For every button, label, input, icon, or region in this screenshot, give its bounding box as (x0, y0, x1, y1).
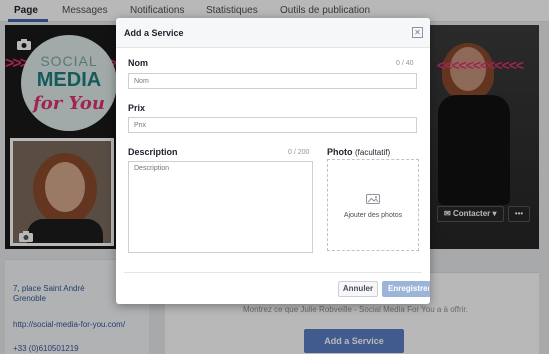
add-photo-icon (366, 194, 380, 204)
price-input[interactable] (128, 117, 417, 133)
name-label: Nom (128, 58, 148, 68)
add-service-dialog: Add a Service ✕ Nom 0 / 40 Prix Descript… (116, 18, 430, 304)
add-photo-dropzone[interactable]: Ajouter des photos (327, 159, 419, 251)
description-textarea[interactable] (128, 161, 313, 253)
photo-optional-text: (facultatif) (355, 148, 391, 157)
dialog-title: Add a Service (124, 28, 184, 38)
description-label: Description (128, 147, 178, 157)
close-icon[interactable]: ✕ (412, 27, 423, 38)
add-photo-label: Ajouter des photos (343, 212, 403, 219)
price-label: Prix (128, 103, 146, 113)
name-char-counter: 0 / 40 (396, 60, 414, 67)
dialog-footer-divider (124, 272, 422, 273)
photo-label: Photo (facultatif) (327, 147, 390, 157)
description-char-counter: 0 / 200 (288, 149, 310, 156)
cancel-button[interactable]: Annuler (338, 281, 378, 297)
save-button[interactable]: Enregistrer (382, 281, 430, 297)
dialog-header: Add a Service ✕ (116, 18, 430, 48)
photo-label-text: Photo (327, 147, 353, 157)
name-input[interactable] (128, 73, 417, 89)
